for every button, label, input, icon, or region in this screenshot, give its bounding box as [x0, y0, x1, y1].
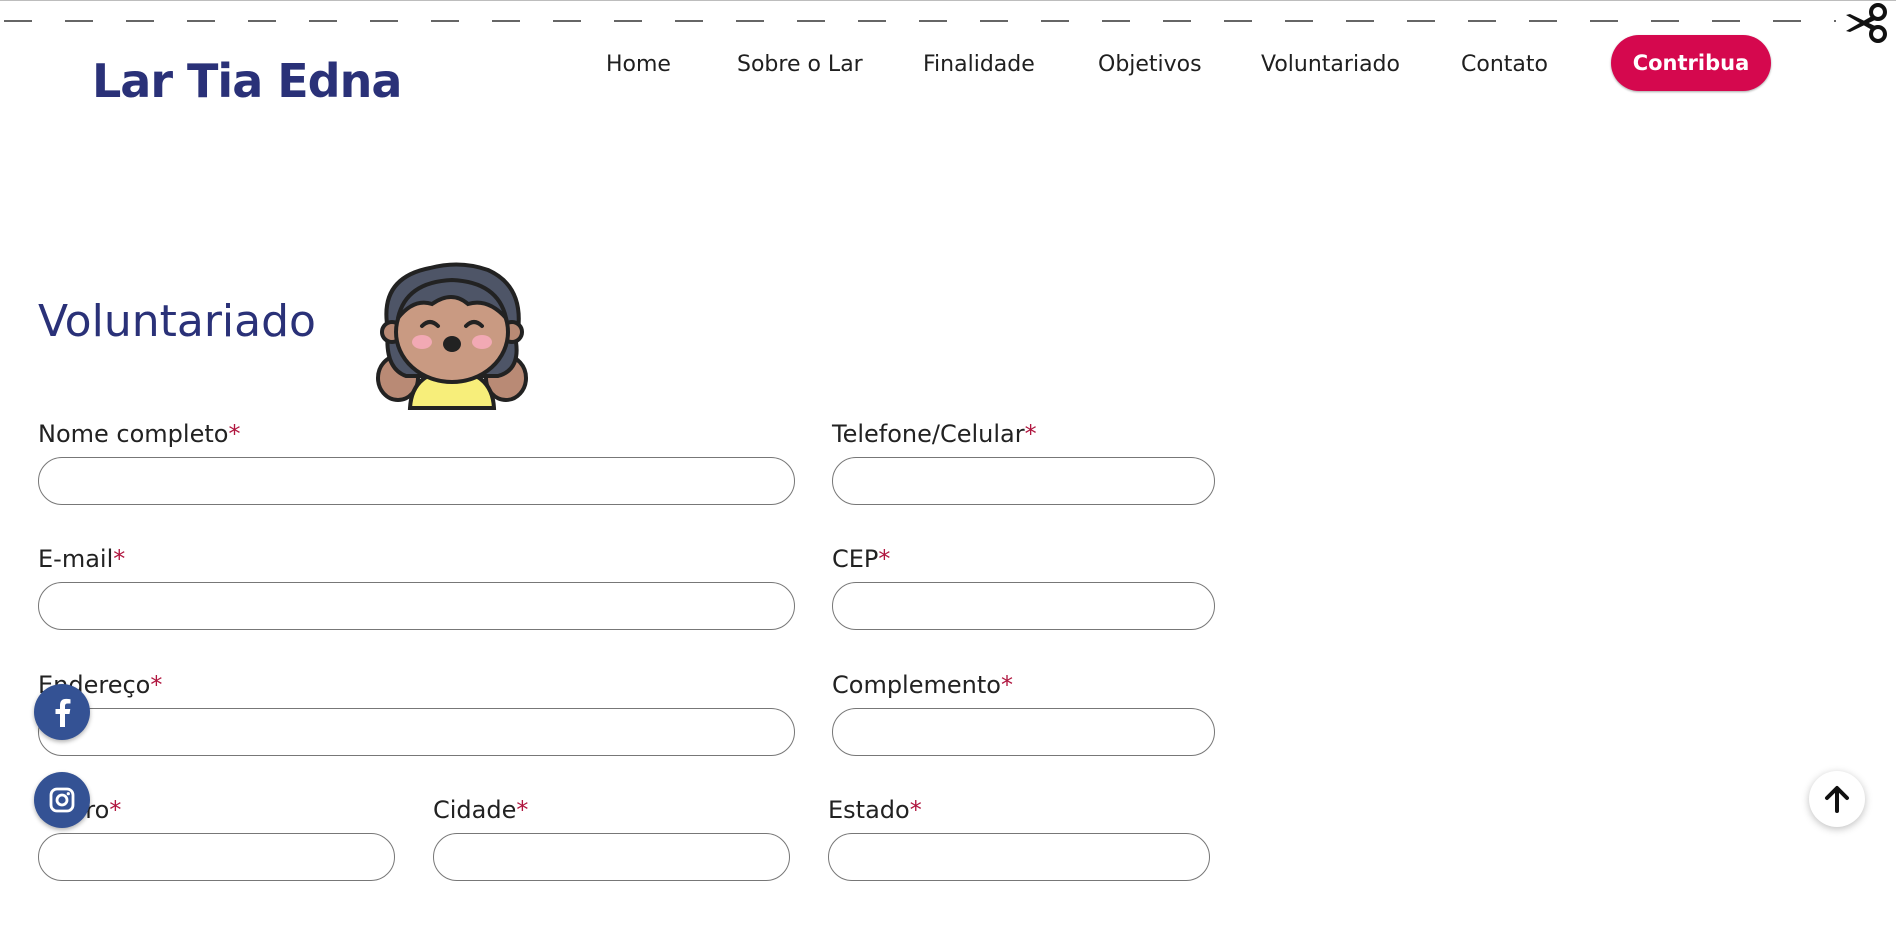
- email-input[interactable]: [38, 582, 795, 630]
- volunteer-mascot-illustration: [376, 262, 528, 410]
- nav-objetivos[interactable]: Objetivos: [1098, 52, 1202, 77]
- bairro-input[interactable]: [38, 833, 395, 881]
- cidade-label: Cidade*: [433, 796, 529, 824]
- complemento-label: Complemento*: [832, 671, 1013, 699]
- facebook-button[interactable]: [34, 684, 90, 740]
- nome-completo-label: Nome completo*: [38, 420, 241, 448]
- dashed-line: [4, 20, 1836, 22]
- endereco-input[interactable]: [38, 708, 795, 756]
- cidade-input[interactable]: [433, 833, 790, 881]
- nav-voluntariado[interactable]: Voluntariado: [1261, 52, 1400, 77]
- complemento-input[interactable]: [832, 708, 1215, 756]
- page-title: Voluntariado: [38, 296, 316, 347]
- scissors-icon: [1846, 3, 1887, 43]
- nav-finalidade[interactable]: Finalidade: [923, 52, 1035, 77]
- nav-sobre-o-lar[interactable]: Sobre o Lar: [737, 52, 863, 77]
- telefone-input[interactable]: [832, 457, 1215, 505]
- instagram-icon: [49, 787, 75, 813]
- instagram-button[interactable]: [34, 772, 90, 828]
- nav-home[interactable]: Home: [606, 52, 671, 77]
- back-to-top-button[interactable]: [1809, 771, 1865, 827]
- site-logo[interactable]: Lar Tia Edna: [92, 54, 402, 108]
- cep-label: CEP*: [832, 545, 891, 573]
- nav-contato[interactable]: Contato: [1461, 52, 1548, 77]
- contribute-button[interactable]: Contribua: [1611, 35, 1771, 91]
- estado-label: Estado*: [828, 796, 922, 824]
- nome-completo-input[interactable]: [38, 457, 795, 505]
- cep-input[interactable]: [832, 582, 1215, 630]
- arrow-up-icon: [1825, 786, 1849, 813]
- telefone-label: Telefone/Celular*: [832, 420, 1037, 448]
- facebook-icon: [55, 698, 71, 727]
- email-label: E-mail*: [38, 545, 126, 573]
- estado-input[interactable]: [828, 833, 1210, 881]
- cut-line-divider: [0, 0, 1896, 43]
